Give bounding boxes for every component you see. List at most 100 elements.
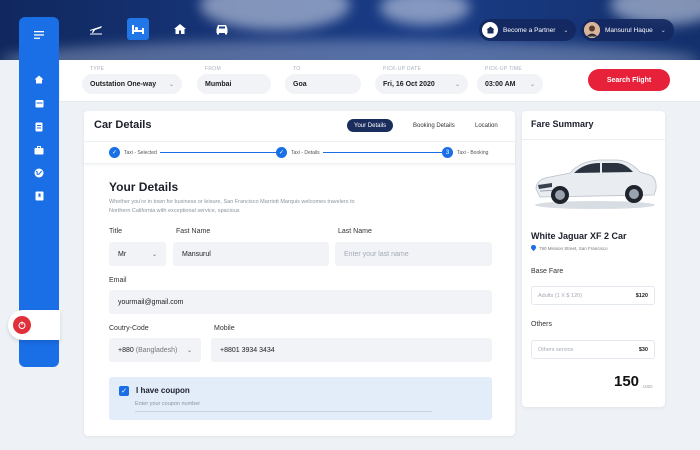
mobile-field[interactable]: +8801 3934 3434	[211, 338, 492, 362]
user-menu[interactable]: Mansurul Haque ⌄	[581, 19, 674, 41]
nav-hotels[interactable]	[127, 18, 149, 40]
type-field: TYPE Outstation One-way ⌄	[82, 66, 182, 94]
user-name: Mansurul Haque	[605, 26, 653, 34]
chevron-down-icon: ⌄	[168, 81, 174, 88]
last-name-placeholder: Enter your last name	[344, 250, 409, 258]
step-number: 3	[442, 147, 453, 158]
chevron-down-icon: ⌄	[529, 81, 535, 88]
sidebar-toggle[interactable]	[8, 310, 60, 340]
car-icon	[216, 25, 228, 35]
email-field[interactable]: yourmail@gmail.com	[109, 290, 492, 314]
header-banner: Become a Partner ⌄ Mansurul Haque ⌄	[0, 0, 700, 60]
tab-location[interactable]: Location	[468, 119, 505, 132]
section-description: Whether you're in town for business or l…	[109, 199, 355, 214]
partner-label: Become a Partner	[503, 26, 556, 34]
nav-flights[interactable]	[85, 18, 107, 40]
bookmark-icon[interactable]	[33, 190, 45, 202]
pickup-date-value: Fri, 16 Oct 2020	[383, 80, 435, 88]
country-code-value: +880 (Bangladesh)	[118, 347, 177, 354]
calendar-icon[interactable]	[33, 97, 45, 109]
pickup-time-select[interactable]: 03:00 AM ⌄	[477, 74, 543, 94]
title-label: Title	[109, 228, 122, 235]
step-booking: 3 Taxi - Booking	[442, 147, 492, 158]
country-code-select[interactable]: +880 (Bangladesh) ⌄	[109, 338, 201, 362]
coupon-checkbox[interactable]: ✓	[119, 386, 129, 396]
pickup-time-value: 03:00 AM	[485, 80, 516, 88]
others-key: Others service	[538, 346, 574, 353]
location-pin-icon	[531, 245, 536, 251]
pickup-date-field: PICK-UP DATE Fri, 16 Oct 2020 ⌄	[375, 66, 468, 94]
coupon-section: ✓ I have coupon Enter your coupon number	[109, 377, 492, 420]
tab-your-details[interactable]: Your Details	[347, 119, 394, 132]
others-row: Others service $30	[531, 340, 655, 359]
from-field: FROM Mumbai	[197, 66, 271, 94]
code-number: +880	[118, 346, 134, 354]
fare-summary-card: Fare Summary White Jaguar XF 2 Car 790 M…	[522, 111, 665, 407]
type-label: TYPE	[90, 66, 105, 72]
email-label: Email	[109, 277, 127, 284]
to-field: TO Goa	[285, 66, 361, 94]
base-fare-label: Base Fare	[531, 268, 564, 275]
card-title: Car Details	[94, 119, 152, 131]
to-value: Goa	[293, 80, 307, 88]
others-value: $30	[638, 346, 648, 353]
nav-cars[interactable]	[211, 18, 233, 40]
to-input[interactable]: Goa	[285, 74, 361, 94]
pickup-time-label: PICK-UP TIME	[485, 66, 523, 72]
car-details-card: Car Details Your Details Booking Details…	[84, 111, 515, 436]
from-input[interactable]: Mumbai	[197, 74, 271, 94]
mobile-value: +8801 3934 3434	[220, 346, 275, 354]
search-flight-button[interactable]: Search Flight	[588, 69, 670, 91]
power-icon	[13, 316, 31, 334]
step-label: Taxi - Selected	[124, 149, 157, 156]
become-partner-button[interactable]: Become a Partner ⌄	[479, 19, 577, 41]
base-fare-value: $120	[635, 292, 648, 299]
first-name-value: Mansurul	[182, 250, 211, 258]
last-name-field[interactable]: Enter your last name	[335, 242, 492, 266]
country-code-label: Coutry-Code	[109, 325, 149, 332]
coupon-label: I have coupon	[136, 386, 190, 395]
avatar	[584, 22, 600, 38]
email-value: yourmail@gmail.com	[118, 298, 184, 306]
divider	[522, 139, 665, 140]
from-label: FROM	[205, 66, 221, 72]
hotel-bed-icon	[132, 24, 144, 34]
title-value: Mr	[118, 250, 127, 258]
mobile-label: Mobile	[214, 325, 235, 332]
pickup-time-field: PICK-UP TIME 03:00 AM ⌄	[477, 66, 543, 94]
step-selected: ✓ Taxi - Selected	[109, 147, 160, 158]
document-icon[interactable]	[33, 121, 45, 133]
others-label: Others	[531, 321, 553, 328]
total-price: 150	[614, 373, 640, 390]
type-value: Outstation One-way	[90, 80, 157, 88]
menu-icon[interactable]	[33, 29, 45, 41]
first-name-field[interactable]: Mansurul	[173, 242, 329, 266]
coupon-input[interactable]: Enter your coupon number	[135, 401, 432, 412]
pickup-date-select[interactable]: Fri, 16 Oct 2020 ⌄	[375, 74, 468, 94]
last-name-label: Last Name	[338, 228, 372, 235]
title-select[interactable]: Mr ⌄	[109, 242, 166, 266]
pickup-date-label: PICK-UP DATE	[383, 66, 422, 72]
progress-steps: ✓ Taxi - Selected ✓ Taxi - Details 3 Tax…	[84, 142, 515, 164]
tab-booking-details[interactable]: Booking Details	[406, 119, 462, 132]
store-icon	[482, 22, 498, 38]
check-icon: ✓	[276, 147, 287, 158]
type-select[interactable]: Outstation One-way ⌄	[82, 74, 182, 94]
car-name: White Jaguar XF 2 Car	[531, 231, 627, 241]
nav-homes[interactable]	[169, 18, 191, 40]
home-icon[interactable]	[33, 73, 45, 85]
to-label: TO	[293, 66, 301, 72]
home-icon	[174, 24, 186, 34]
cloud-decoration	[0, 40, 700, 60]
chevron-down-icon: ⌄	[660, 27, 666, 34]
car-location: 790 Mission Street, San Francisco	[531, 245, 608, 251]
briefcase-icon[interactable]	[33, 144, 45, 156]
chevron-down-icon: ⌄	[454, 81, 460, 88]
check-icon: ✓	[109, 147, 120, 158]
globe-icon[interactable]	[33, 167, 45, 179]
fare-title: Fare Summary	[531, 119, 594, 129]
cloud-decoration	[380, 0, 470, 25]
first-name-label: Fast Name	[176, 228, 211, 235]
step-label: Taxi - Booking	[457, 149, 489, 156]
step-label: Taxi - Details	[291, 149, 320, 156]
